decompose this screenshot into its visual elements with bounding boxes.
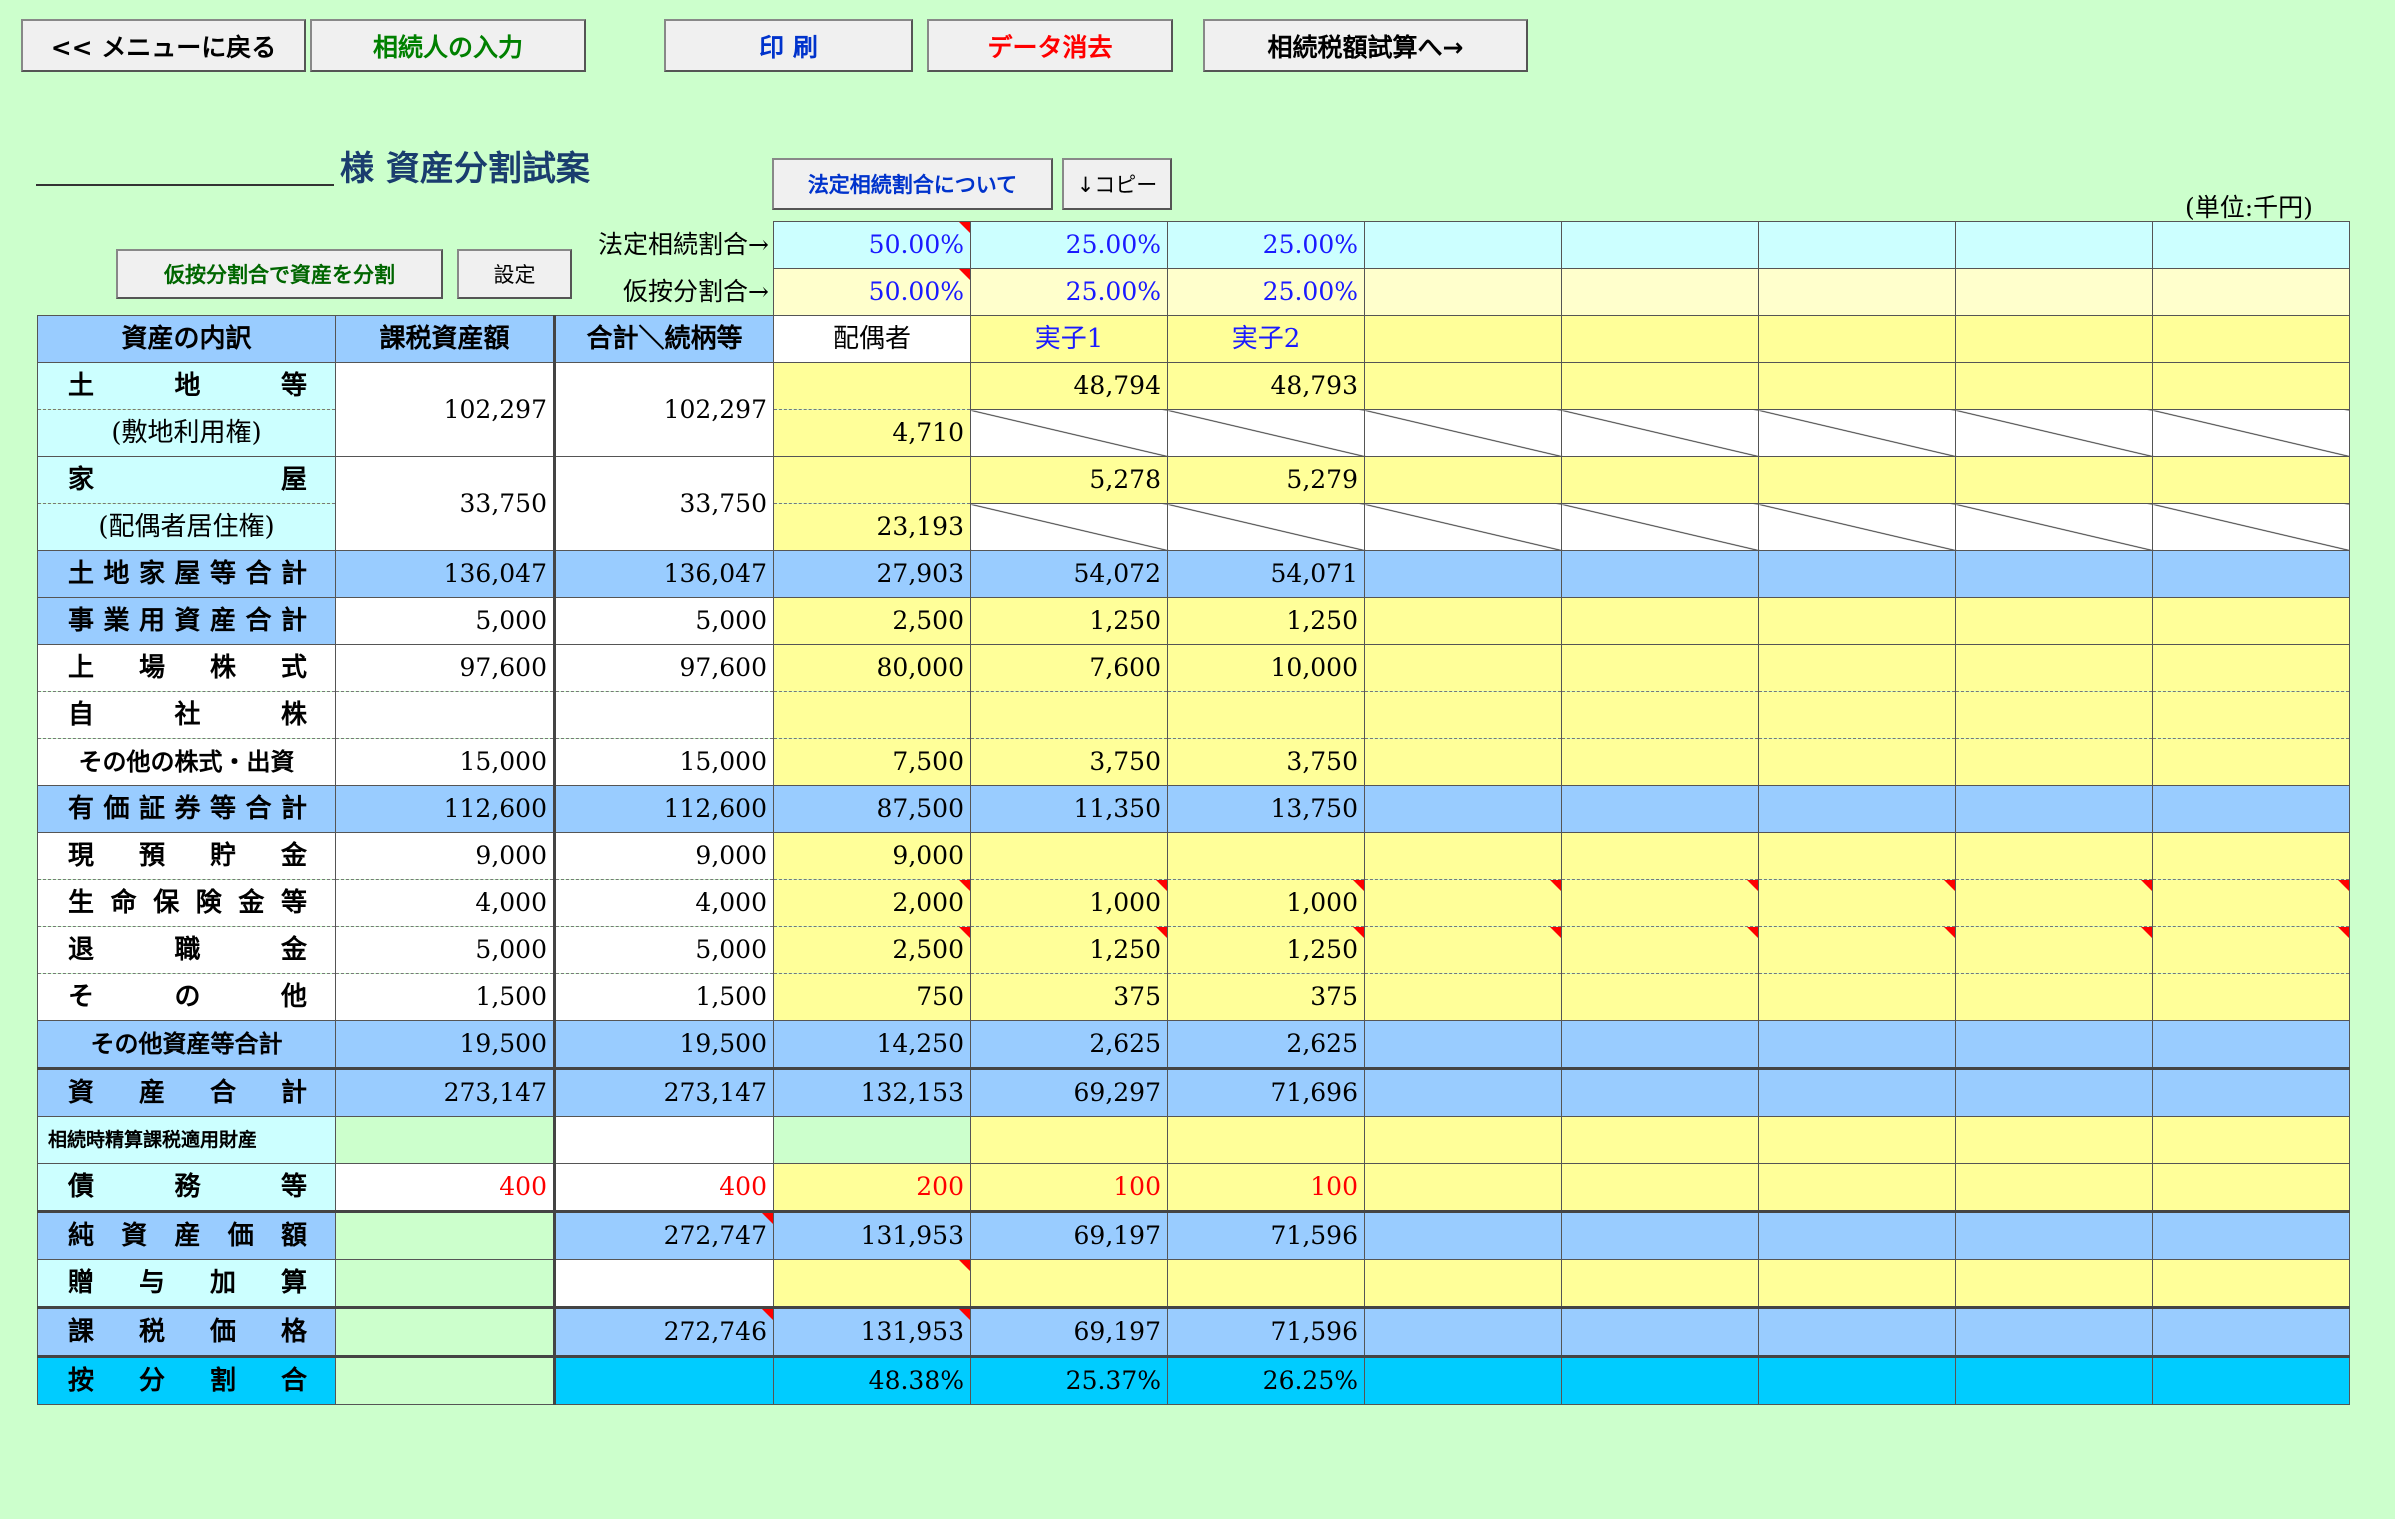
table-row: 自社株 xyxy=(37,691,2350,739)
table-row: 上場株式 97,600 97,600 80,000 7,600 10,000 xyxy=(37,644,2350,692)
legal-ratio-row: 法定相続割合→ 50.00% 25.00% 25.00% xyxy=(38,221,2350,269)
table-row: 有価証券等合計 112,600 112,600 87,500 11,350 13… xyxy=(37,785,2350,833)
table-row: 事業用資産合計 5,000 5,000 2,500 1,250 1,250 xyxy=(37,597,2350,645)
tax-calc-button[interactable]: 相続税額試算へ→ xyxy=(1203,19,1528,72)
prov-ratio-label: 仮按分割合→ xyxy=(623,276,769,306)
header-taxable: 課税資産額 xyxy=(335,315,555,363)
table-row: 純資産価額 272,747 131,953 69,197 71,596 xyxy=(37,1210,2350,1260)
table-row: 債務等 400 400 200 100 100 xyxy=(37,1163,2350,1212)
table-row: 家屋 33,750 33,750 5,278 5,279 xyxy=(37,456,2350,551)
table-row: その他 1,500 1,500 750 375 375 xyxy=(37,973,2350,1021)
table-row: 土地等 102,297 102,297 48,794 48,793 xyxy=(37,362,2350,457)
table-row: 現預貯金 9,000 9,000 9,000 xyxy=(37,832,2350,880)
table-row: 贈与加算 xyxy=(37,1259,2350,1308)
header-item: 資産の内訳 xyxy=(37,315,336,363)
legal-ratio-info-button[interactable]: 法定相続割合について xyxy=(772,158,1053,210)
copy-button[interactable]: ↓コピー xyxy=(1062,158,1172,210)
table-row: 課税価格 272,746 131,953 69,197 71,596 xyxy=(37,1306,2350,1357)
name-underline xyxy=(36,184,334,186)
asset-division-table: 法定相続割合→ 50.00% 25.00% 25.00% 仮按分割合→ 50.0… xyxy=(37,221,2350,1405)
header-spouse: 配偶者 xyxy=(773,315,971,363)
clear-data-button[interactable]: データ消去 xyxy=(927,19,1173,72)
prov-ratio-spouse[interactable]: 50.00% xyxy=(773,268,971,316)
prov-ratio-row: 仮按分割合→ 50.00% 25.00% 25.00% xyxy=(38,268,2350,316)
prov-ratio-child1[interactable]: 25.00% xyxy=(970,268,1168,316)
table-row: その他資産等合計 19,500 19,500 14,250 2,625 2,62… xyxy=(37,1020,2350,1069)
print-button[interactable]: 印 刷 xyxy=(664,19,913,72)
prov-ratio-child2[interactable]: 25.00% xyxy=(1167,268,1365,316)
header-child2: 実子2 xyxy=(1167,315,1365,363)
table-row: 生命保険金等 4,000 4,000 2,000 1,000 1,000 xyxy=(37,879,2350,927)
legal-ratio-child1[interactable]: 25.00% xyxy=(970,221,1168,269)
page-title: 様 資産分割試案 xyxy=(340,149,590,189)
legal-ratio-label: 法定相続割合→ xyxy=(598,230,769,259)
unit-label: (単位:千円) xyxy=(2185,193,2313,222)
table-row: その他の株式・出資 15,000 15,000 7,500 3,750 3,75… xyxy=(37,738,2350,786)
table-header: 資産の内訳 課税資産額 合計＼続柄等 配偶者 実子1 実子2 xyxy=(37,315,2350,363)
legal-ratio-child2[interactable]: 25.00% xyxy=(1167,221,1365,269)
table-row: 相続時精算課税適用財産 xyxy=(37,1116,2350,1164)
heir-input-button[interactable]: 相続人の入力 xyxy=(310,19,586,72)
legal-ratio-spouse[interactable]: 50.00% xyxy=(773,221,971,269)
back-to-menu-button[interactable]: << メニューに戻る xyxy=(21,19,306,72)
header-child1: 実子1 xyxy=(970,315,1168,363)
table-row: 按分割合 48.38% 25.37% 26.25% xyxy=(37,1355,2350,1405)
header-total: 合計＼続柄等 xyxy=(553,315,774,363)
table-row: 土地家屋等合計 136,047 136,047 27,903 54,072 54… xyxy=(37,550,2350,598)
table-row: 退職金 5,000 5,000 2,500 1,250 1,250 xyxy=(37,926,2350,974)
table-row: 資産合計 273,147 273,147 132,153 69,297 71,6… xyxy=(37,1067,2350,1117)
